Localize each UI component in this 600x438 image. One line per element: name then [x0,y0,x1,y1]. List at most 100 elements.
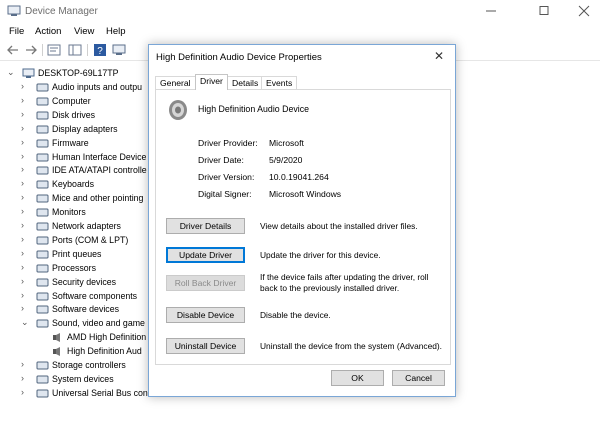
device-category-icon [36,125,49,134]
uninstall-device-button[interactable]: Uninstall Device [166,338,245,354]
chevron-right-icon[interactable]: › [21,220,31,232]
tab-events[interactable]: Events [261,76,298,90]
driver-date-value: 5/9/2020 [269,155,303,165]
chevron-right-icon[interactable]: › [21,248,31,260]
device-category-icon [36,250,49,259]
title-bar: Device Manager [0,0,600,23]
tab-strip: General Driver Details Events [155,74,451,90]
minimize-icon[interactable] [481,4,501,18]
driver-provider-value: Microsoft [269,138,304,148]
roll-back-driver-description: If the device fails after updating the d… [260,272,429,293]
chevron-right-icon[interactable]: › [21,262,31,274]
forward-arrow-icon[interactable] [24,43,38,57]
chevron-right-icon[interactable]: › [21,206,31,218]
tree-item-label: Mice and other pointing [52,193,144,204]
tree-item-label: Software devices [52,304,119,315]
help-icon[interactable]: ? [93,43,107,57]
device-category-icon [36,139,49,148]
tab-details[interactable]: Details [227,76,264,90]
driver-tab-panel: High Definition Audio Device Driver Prov… [155,89,451,365]
maximize-icon[interactable] [534,4,554,18]
device-category-icon [36,153,49,161]
digital-signer-label: Digital Signer: [198,189,252,199]
chevron-right-icon[interactable]: › [21,373,31,385]
chevron-right-icon[interactable]: › [21,81,31,93]
menu-help[interactable]: Help [106,26,126,37]
tab-general[interactable]: General [155,76,196,90]
driver-details-button[interactable]: Driver Details [166,218,245,234]
speaker-icon [53,347,60,357]
chevron-down-icon[interactable]: ⌄ [7,67,17,79]
device-category-icon [36,97,49,106]
chevron-right-icon[interactable]: › [21,109,31,121]
device-category-icon [36,208,49,217]
device-category-icon [36,361,49,370]
disable-device-button[interactable]: Disable Device [166,307,245,323]
menu-view[interactable]: View [74,26,94,37]
tree-item-label: Monitors [52,207,86,218]
driver-provider-label: Driver Provider: [198,138,258,148]
show-hide-tree-icon[interactable] [68,43,82,57]
tree-item-label: Sound, video and game [52,318,145,329]
tree-item-label: Keyboards [52,179,95,190]
update-driver-button[interactable]: Update Driver [166,247,245,263]
computer-icon [22,68,35,78]
chevron-right-icon[interactable]: › [21,178,31,190]
properties-dialog: High Definition Audio Device Properties … [148,44,456,397]
disable-device-description: Disable the device. [260,310,331,320]
dialog-close-icon[interactable]: ✕ [431,49,447,63]
chevron-right-icon[interactable]: › [21,290,31,302]
chevron-right-icon[interactable]: › [21,164,31,176]
chevron-right-icon[interactable]: › [21,234,31,246]
tree-item-label: Computer [52,95,91,106]
tree-item-label: Security devices [52,276,117,287]
chevron-right-icon[interactable]: › [21,303,31,315]
driver-version-value: 10.0.19041.264 [269,172,329,182]
device-category-icon [36,83,49,92]
tab-driver[interactable]: Driver [195,74,228,90]
tree-item-label: Display adapters [52,123,118,134]
chevron-down-icon[interactable]: ⌄ [21,317,31,329]
properties-icon[interactable] [47,43,61,57]
device-category-icon [36,111,49,120]
uninstall-device-description: Uninstall the device from the system (Ad… [260,341,443,351]
chevron-right-icon[interactable]: › [21,359,31,371]
digital-signer-value: Microsoft Windows [269,189,342,199]
device-category-icon [36,264,49,273]
chevron-right-icon[interactable]: › [21,123,31,135]
scan-hardware-icon[interactable] [112,43,126,57]
device-category-icon [36,319,49,328]
device-category-icon [36,222,49,231]
chevron-right-icon[interactable]: › [21,137,31,149]
menu-file[interactable]: File [9,26,24,37]
roll-back-driver-button: Roll Back Driver [166,275,245,291]
back-arrow-icon[interactable] [6,43,20,57]
chevron-right-icon[interactable]: › [21,151,31,163]
menu-action[interactable]: Action [35,26,61,37]
chevron-right-icon[interactable]: › [21,276,31,288]
tree-item-label: Audio inputs and outpu [52,82,142,92]
tree-item-label: IDE ATA/ATAPI controlle [52,165,147,176]
tree-item-label: System devices [52,373,114,384]
menu-bar: File Action View Help [0,23,600,40]
device-category-icon [36,166,49,175]
device-category-icon [36,278,49,287]
device-name: High Definition Audio Device [198,104,310,114]
device-category-icon [36,194,49,203]
device-category-icon [36,375,49,384]
chevron-right-icon[interactable]: › [21,387,31,399]
device-manager-icon [7,5,21,16]
chevron-right-icon[interactable]: › [21,95,31,107]
ok-button[interactable]: OK [331,370,384,386]
tree-item-label: Human Interface Device [52,151,147,162]
tree-item-label: High Definition Aud [67,346,142,357]
update-driver-description: Update the driver for this device. [260,250,381,260]
tree-item-label: Network adapters [52,221,121,231]
cancel-button[interactable]: Cancel [392,370,445,386]
svg-text:?: ? [97,46,103,57]
chevron-right-icon[interactable]: › [21,192,31,204]
window-title: Device Manager [25,6,98,17]
dialog-title: High Definition Audio Device Properties [156,52,322,63]
driver-version-label: Driver Version: [198,172,255,182]
close-icon[interactable] [574,4,594,18]
